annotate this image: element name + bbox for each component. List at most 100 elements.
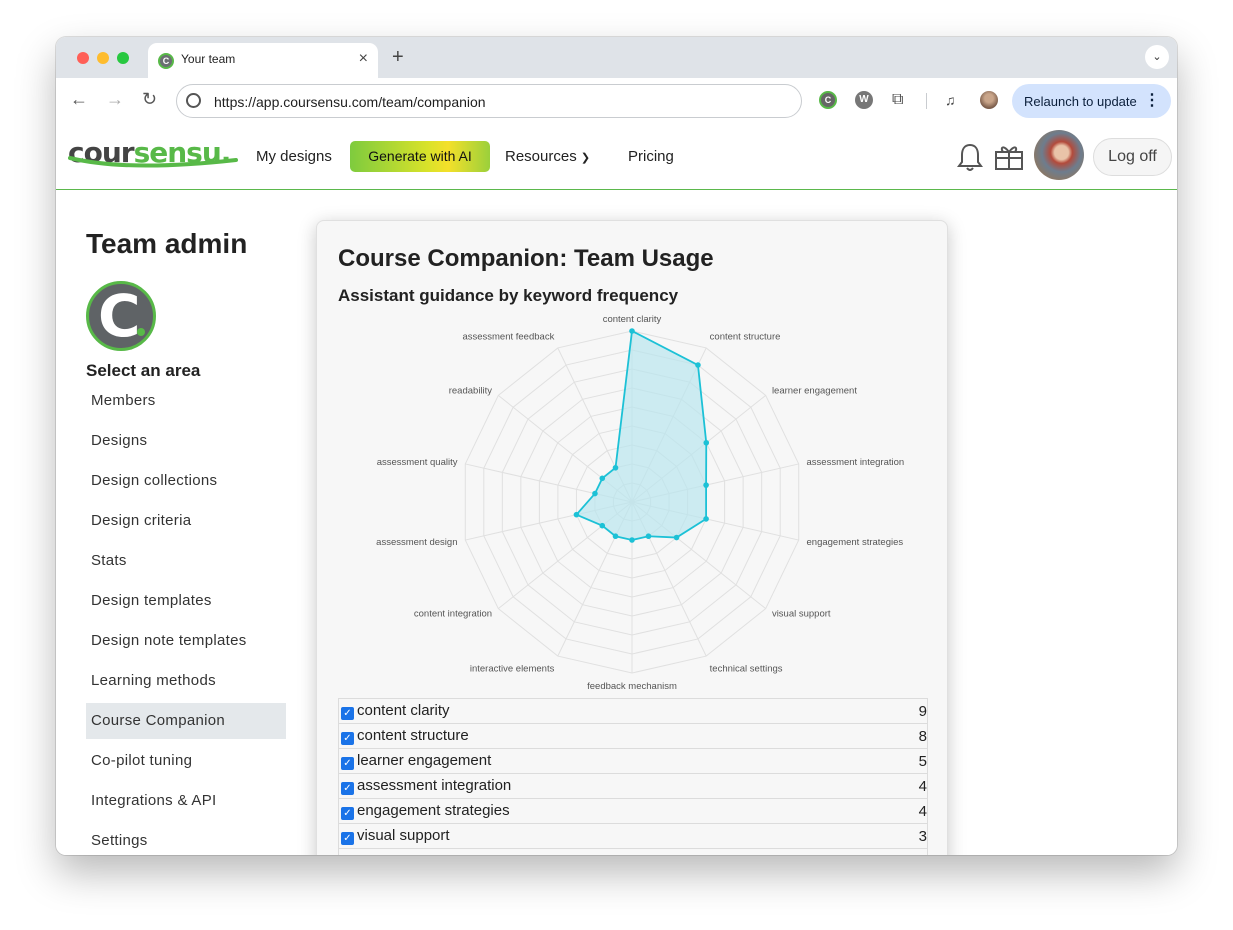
radar-point[interactable]	[695, 362, 701, 368]
radar-category-label: content clarity	[603, 315, 662, 325]
keyword-checkbox[interactable]: ✓	[341, 757, 354, 770]
keyword-cell: ✓ content clarity	[338, 698, 888, 724]
radar-category-label: content structure	[710, 332, 781, 343]
keyword-count: 4	[887, 773, 928, 799]
table-row: ✓ assessment integration 4	[338, 773, 928, 799]
radar-point[interactable]	[673, 534, 680, 541]
reload-icon[interactable]: ↻	[142, 89, 157, 110]
keyword-table: ✓ content clarity 9 ✓ content structure 8 ✓ lea…	[338, 698, 928, 855]
user-avatar[interactable]	[1034, 130, 1084, 180]
minimize-window-button[interactable]	[97, 52, 109, 64]
zoom-window-button[interactable]	[117, 52, 129, 64]
sidebar-item-design-criteria[interactable]: Design criteria	[86, 503, 286, 539]
url-text[interactable]: https://app.coursensu.com/team/companion	[214, 94, 486, 110]
keyword-label: visual support	[357, 827, 450, 844]
page-title: Team admin	[86, 228, 248, 259]
sidebar-nav: Members Designs Design collections Design c…	[86, 383, 286, 855]
keyword-checkbox[interactable]: ✓	[341, 732, 354, 745]
radar-category-label: interactive elements	[470, 663, 555, 674]
w-extension-icon[interactable]: W	[855, 91, 873, 109]
log-off-button[interactable]: Log off	[1093, 138, 1172, 176]
gift-icon[interactable]	[993, 142, 1025, 172]
forward-arrow-icon[interactable]: →	[106, 89, 124, 110]
tab-search-chevron-icon[interactable]: ⌄	[1145, 45, 1169, 69]
radar-category-label: content integration	[414, 609, 492, 620]
keyword-label: learner engagement	[357, 752, 492, 769]
media-control-icon[interactable]: ♫	[945, 91, 963, 109]
keyword-label: content clarity	[357, 702, 450, 719]
keyword-checkbox[interactable]: ✓	[341, 832, 354, 845]
sidebar-item-members[interactable]: Members	[86, 383, 286, 419]
logo-swoosh-icon	[68, 156, 238, 168]
back-arrow-icon[interactable]: ←	[70, 89, 88, 110]
radar-point[interactable]	[703, 516, 709, 522]
coursensu-favicon-icon: C	[158, 53, 174, 69]
sidebar-item-design-templates[interactable]: Design templates	[86, 583, 286, 619]
table-row: ✓ engagement strategies 4	[338, 798, 928, 824]
radar-category-label: visual support	[772, 609, 831, 620]
sidebar-item-learning-methods[interactable]: Learning methods	[86, 663, 286, 699]
radar-chart: content clarity content structure learner …	[376, 315, 904, 692]
radar-point[interactable]	[599, 522, 606, 529]
sidebar-item-design-collections[interactable]: Design collections	[86, 463, 286, 499]
toolbar-divider	[926, 93, 927, 109]
radar-point[interactable]	[592, 490, 598, 497]
sidebar-item-course-companion[interactable]: Course Companion	[86, 703, 286, 739]
keyword-count: 5	[887, 748, 928, 774]
nav-my-designs[interactable]: My designs	[256, 148, 332, 165]
address-bar[interactable]: https://app.coursensu.com/team/companion	[176, 84, 802, 118]
radar-point[interactable]	[703, 439, 710, 446]
keyword-count: 3	[887, 823, 928, 849]
sidebar-item-designs[interactable]: Designs	[86, 423, 286, 459]
select-area-heading: Select an area	[86, 361, 201, 380]
sidebar-item-integrations-api[interactable]: Integrations & API	[86, 783, 286, 819]
radar-point[interactable]	[612, 533, 619, 540]
more-vertical-icon[interactable]: ⋮	[1144, 90, 1160, 110]
sidebar-item-design-note-templates[interactable]: Design note templates	[86, 623, 286, 659]
coursensu-extension-icon[interactable]: C	[819, 91, 837, 109]
site-header: coursensu. My designs Generate with AI R…	[56, 124, 1177, 190]
radar-point[interactable]	[703, 482, 709, 488]
radar-category-label: assessment quality	[377, 457, 458, 468]
extensions-puzzle-icon[interactable]: ⧉	[892, 91, 910, 109]
card-title: Course Companion: Team Usage	[338, 245, 714, 272]
radar-point[interactable]	[599, 475, 606, 482]
radar-point[interactable]	[629, 537, 635, 543]
keyword-table-body: ✓ content clarity 9 ✓ content structure 8 ✓ lea…	[338, 698, 928, 855]
bell-icon[interactable]	[956, 142, 984, 172]
table-row: ✓ visual support 3	[338, 823, 928, 849]
tab-strip: C Your team × + ⌄	[56, 37, 1177, 78]
radar-point[interactable]	[612, 464, 619, 471]
relaunch-button[interactable]: Relaunch to update ⋮	[1012, 84, 1171, 118]
browser-tab-active[interactable]: C Your team ×	[148, 43, 378, 78]
close-window-button[interactable]	[77, 52, 89, 64]
keyword-checkbox[interactable]: ✓	[341, 782, 354, 795]
table-row: ✓ content clarity 9	[338, 698, 928, 724]
tab-close-icon[interactable]: ×	[359, 50, 368, 68]
keyword-cell: ✓ content structure	[338, 723, 888, 749]
nav-resources[interactable]: Resources ❯	[505, 148, 590, 165]
nav-pricing[interactable]: Pricing	[628, 148, 674, 165]
keyword-label: engagement strategies	[357, 802, 510, 819]
keyword-checkbox[interactable]: ✓	[341, 707, 354, 720]
table-row: ✓	[338, 848, 928, 855]
tab-title: Your team	[181, 52, 236, 66]
radar-point[interactable]	[573, 511, 580, 518]
radar-point[interactable]	[629, 328, 635, 334]
main-content: Team admin C Select an area Members Desig…	[56, 191, 1177, 855]
sidebar-item-stats[interactable]: Stats	[86, 543, 286, 579]
sidebar-item-co-pilot-tuning[interactable]: Co-pilot tuning	[86, 743, 286, 779]
chevron-down-icon: ❯	[580, 152, 591, 164]
new-tab-icon[interactable]: +	[392, 46, 404, 69]
keyword-cell: ✓	[338, 848, 888, 855]
keyword-label: content structure	[357, 727, 469, 744]
site-info-icon[interactable]	[186, 93, 201, 108]
browser-window: C Your team × + ⌄ ← → ↻ https://app.cour…	[56, 37, 1177, 855]
radar-category-label: engagement strategies	[807, 537, 904, 548]
keyword-label: assessment integration	[357, 777, 512, 794]
sidebar-item-settings[interactable]: Settings	[86, 823, 286, 855]
keyword-checkbox[interactable]: ✓	[341, 807, 354, 820]
profile-avatar-icon[interactable]	[980, 91, 998, 109]
generate-with-ai-button[interactable]: Generate with AI	[350, 141, 490, 172]
radar-point[interactable]	[645, 533, 652, 540]
